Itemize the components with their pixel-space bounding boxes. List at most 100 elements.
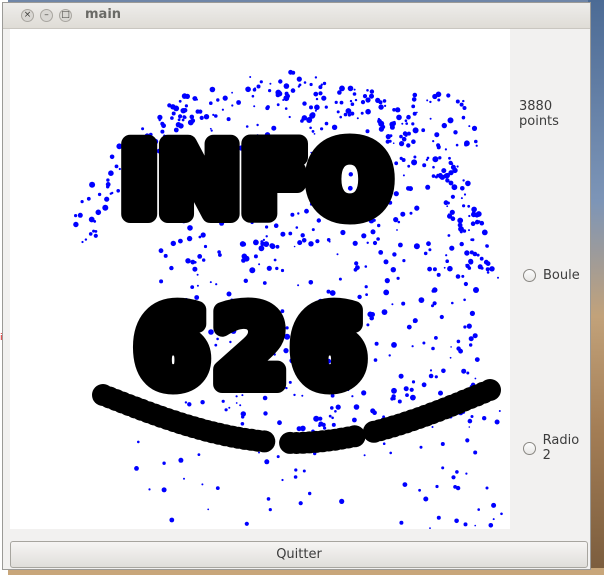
minimize-icon[interactable]: – — [40, 9, 53, 22]
scatter-point — [378, 104, 384, 110]
radio-circle-icon[interactable] — [523, 441, 536, 455]
scatter-point — [215, 283, 218, 286]
scatter-point — [383, 259, 389, 265]
scatter-point — [411, 122, 415, 126]
scatter-point — [391, 342, 397, 348]
scatter-point — [369, 89, 375, 94]
scatter-point — [402, 174, 405, 177]
scatter-point — [373, 358, 378, 362]
scatter-point — [464, 142, 468, 147]
scatter-point — [185, 258, 191, 264]
scatter-point — [396, 229, 398, 231]
scatter-point — [364, 265, 368, 268]
scatter-point — [314, 76, 318, 79]
scatter-point — [390, 267, 396, 273]
scatter-point — [414, 205, 420, 211]
scatter-point — [432, 165, 435, 169]
scatter-point — [470, 221, 476, 226]
scatter-point — [389, 451, 393, 455]
scatter-point — [163, 253, 168, 258]
maximize-icon[interactable]: □ — [59, 9, 72, 22]
scatter-point — [400, 211, 406, 217]
scatter-point — [253, 239, 259, 246]
scatter-point — [410, 394, 416, 401]
scatter-point — [216, 98, 220, 102]
scatter-point — [328, 414, 332, 418]
scatter-point — [108, 170, 114, 176]
scatter-point — [441, 168, 447, 174]
scatter-point — [253, 254, 258, 259]
scatter-point — [314, 109, 317, 112]
scatter-point — [183, 116, 187, 119]
scatter-point — [483, 259, 489, 265]
scatter-point — [170, 240, 176, 247]
scatter-point — [448, 156, 451, 160]
scatter-point — [259, 80, 263, 84]
radio-circle-icon[interactable] — [523, 268, 536, 282]
scatter-point — [419, 445, 423, 449]
scatter-point — [471, 125, 478, 131]
scatter-point — [432, 93, 438, 100]
scatter-point — [370, 312, 375, 317]
quit-button[interactable]: Quitter — [10, 541, 588, 568]
scatter-point — [269, 243, 275, 248]
close-icon[interactable]: × — [21, 9, 34, 22]
scatter-point — [462, 229, 467, 233]
scatter-point — [462, 204, 466, 208]
title-bar[interactable]: × – □ main — [3, 3, 590, 29]
scatter-point — [402, 482, 408, 487]
scatter-point — [86, 196, 91, 201]
scatter-point — [275, 266, 279, 271]
scatter-point — [302, 101, 307, 106]
scatter-point — [159, 279, 164, 284]
scatter-point — [378, 250, 384, 255]
scatter-point — [445, 259, 450, 263]
scatter-point — [396, 114, 402, 121]
scatter-point — [423, 251, 428, 256]
scatter-point — [296, 426, 302, 432]
scatter-point — [445, 254, 448, 257]
scatter-point — [399, 156, 403, 160]
scatter-point — [491, 502, 497, 508]
scatter-point — [354, 98, 358, 102]
scatter-point — [309, 105, 313, 110]
main-window: × – □ main INFO 626 3880 points Boule Ra… — [2, 2, 591, 570]
scatter-point — [284, 107, 288, 110]
scatter-point — [455, 274, 461, 279]
scatter-point — [437, 145, 441, 149]
scatter-point — [298, 501, 303, 506]
scatter-point — [192, 97, 195, 100]
scatter-point — [469, 343, 473, 347]
scatter-point — [260, 240, 264, 244]
scatter-point — [249, 267, 256, 274]
radio-boule[interactable]: Boule — [523, 266, 580, 284]
scatter-point — [352, 92, 357, 96]
scatter-point — [454, 518, 459, 524]
scatter-point — [477, 220, 481, 223]
scatter-point — [281, 478, 284, 482]
scatter-point — [181, 93, 188, 99]
scatter-point — [473, 287, 479, 293]
scatter-point — [393, 191, 399, 197]
scatter-point — [392, 252, 397, 257]
scatter-point — [378, 100, 383, 105]
scatter-point — [411, 104, 416, 109]
scatter-point — [288, 69, 293, 75]
drawing-canvas[interactable]: INFO 626 — [10, 29, 510, 529]
scatter-point — [297, 240, 303, 246]
points-count-label: 3880 points — [519, 99, 559, 129]
scatter-point — [391, 303, 394, 306]
scatter-point — [464, 250, 470, 256]
scatter-point — [183, 477, 185, 480]
scatter-point — [462, 179, 465, 182]
scatter-point — [472, 251, 478, 257]
scatter-point — [102, 204, 109, 211]
radio-2[interactable]: Radio 2 — [523, 433, 590, 463]
scatter-point — [95, 209, 102, 216]
scatter-point — [441, 122, 447, 129]
scatter-point — [244, 521, 249, 526]
drawing-svg[interactable]: INFO 626 — [10, 29, 510, 529]
scatter-point — [93, 233, 98, 238]
scatter-point — [334, 410, 337, 413]
scatter-point — [177, 118, 181, 122]
